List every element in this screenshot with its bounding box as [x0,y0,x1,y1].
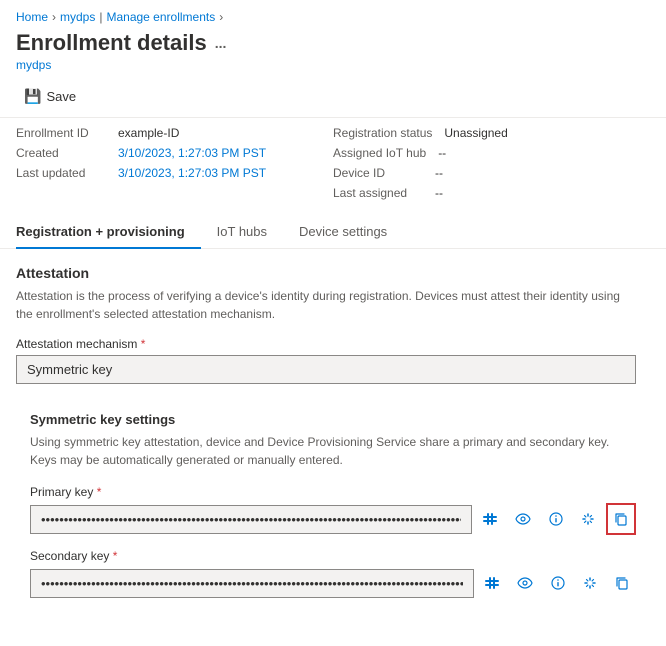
secondary-key-input[interactable] [30,569,474,598]
secondary-key-info-icon[interactable] [544,567,572,599]
created-value: 3/10/2023, 1:27:03 PM PST [118,146,266,160]
device-id-label: Device ID [333,166,423,180]
last-updated-label: Last updated [16,166,106,180]
detail-row-reg-status: Registration status Unassigned [333,126,650,140]
iot-hub-value: -- [438,146,446,160]
page-header: Enrollment details ... mydps [0,30,666,76]
primary-key-label: Primary key * [30,485,636,499]
secondary-key-eye-icon[interactable] [510,567,540,599]
breadcrumb-sep-2: | [99,10,102,24]
secondary-key-input-row [30,567,636,599]
last-updated-value: 3/10/2023, 1:27:03 PM PST [118,166,266,180]
tabs-container: Registration + provisioning IoT hubs Dev… [0,216,666,249]
details-grid: Enrollment ID example-ID Created 3/10/20… [0,118,666,212]
detail-row-last-assigned: Last assigned -- [333,186,650,200]
attestation-mechanism-field: Attestation mechanism * Symmetric key [16,337,650,384]
primary-key-input[interactable] [30,505,472,534]
detail-row-last-updated: Last updated 3/10/2023, 1:27:03 PM PST [16,166,333,180]
detail-row-iot-hub: Assigned IoT hub -- [333,146,650,160]
page-title-ellipsis[interactable]: ... [215,35,227,51]
breadcrumb-manage-enrollments[interactable]: Manage enrollments [106,10,215,24]
breadcrumb: Home › mydps | Manage enrollments › [0,0,666,30]
breadcrumb-sep-1: › [52,10,56,24]
tab-iot-hubs[interactable]: IoT hubs [201,216,283,249]
last-assigned-value: -- [435,186,443,200]
details-right: Registration status Unassigned Assigned … [333,126,650,200]
last-assigned-label: Last assigned [333,186,423,200]
attestation-description: Attestation is the process of verifying … [16,287,636,323]
primary-key-copy-icon[interactable] [606,503,636,535]
device-id-value: -- [435,166,443,180]
secondary-key-copy-icon[interactable] [608,567,636,599]
created-label: Created [16,146,106,160]
page-title-text: Enrollment details [16,30,207,56]
breadcrumb-mydps[interactable]: mydps [60,10,95,24]
secondary-key-required: * [113,549,118,563]
primary-key-bars-icon[interactable] [476,503,504,535]
tab-device-settings[interactable]: Device settings [283,216,403,249]
attestation-mechanism-label: Attestation mechanism * [16,337,650,351]
reg-status-value: Unassigned [444,126,507,140]
secondary-key-container: Secondary key * [30,549,636,599]
content-area: Attestation Attestation is the process o… [0,249,666,625]
details-left: Enrollment ID example-ID Created 3/10/20… [16,126,333,200]
primary-key-info-icon[interactable] [542,503,570,535]
symmetric-key-title: Symmetric key settings [30,412,636,427]
tab-registration-provisioning[interactable]: Registration + provisioning [16,216,201,249]
toolbar: 💾 Save [0,76,666,118]
attestation-title: Attestation [16,265,650,281]
primary-key-container: Primary key * [30,485,636,535]
reg-status-label: Registration status [333,126,432,140]
symmetric-key-desc: Using symmetric key attestation, device … [30,433,610,469]
detail-row-enrollment-id: Enrollment ID example-ID [16,126,333,140]
attestation-mechanism-select[interactable]: Symmetric key [16,355,636,384]
enrollment-id-value: example-ID [118,126,179,140]
breadcrumb-sep-3: › [219,10,223,24]
breadcrumb-home[interactable]: Home [16,10,48,24]
secondary-key-regenerate-icon[interactable] [576,567,604,599]
mechanism-required-star: * [141,337,146,351]
detail-row-device-id: Device ID -- [333,166,650,180]
primary-key-eye-icon[interactable] [508,503,538,535]
secondary-key-label: Secondary key * [30,549,636,563]
save-icon: 💾 [24,88,41,105]
iot-hub-label: Assigned IoT hub [333,146,426,160]
primary-key-required: * [97,485,102,499]
enrollment-id-label: Enrollment ID [16,126,106,140]
secondary-key-bars-icon[interactable] [478,567,506,599]
symmetric-key-subsection: Symmetric key settings Using symmetric k… [16,400,650,625]
primary-key-regenerate-icon[interactable] [574,503,602,535]
detail-row-created: Created 3/10/2023, 1:27:03 PM PST [16,146,333,160]
save-label: Save [46,89,76,104]
primary-key-input-row [30,503,636,535]
attestation-section: Attestation Attestation is the process o… [16,265,650,625]
save-button[interactable]: 💾 Save [16,84,84,109]
page-subtitle: mydps [16,58,650,72]
